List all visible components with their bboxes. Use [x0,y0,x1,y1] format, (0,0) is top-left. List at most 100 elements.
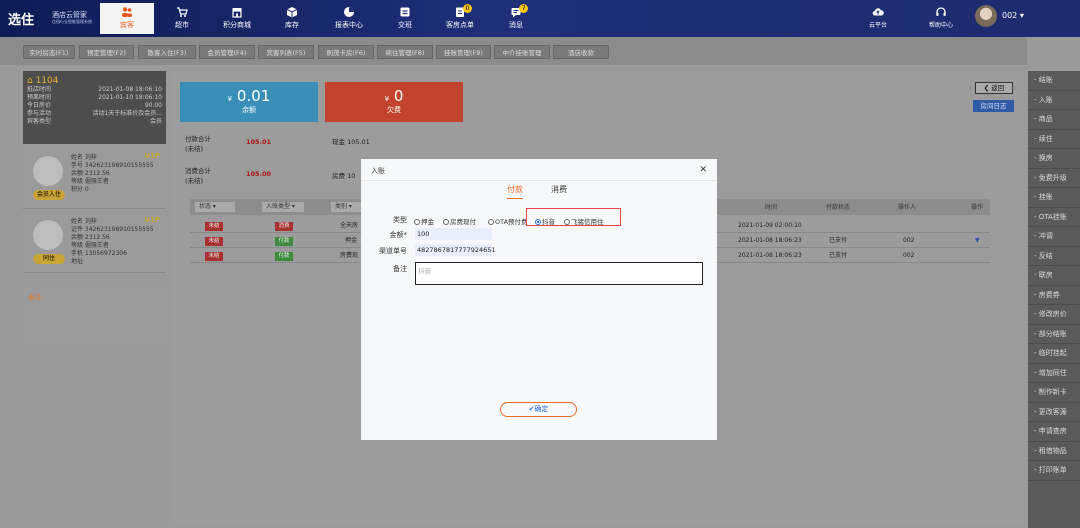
guest-card[interactable]: 会员入住 V1P 姓名 刘梓 手号 342623198910155555 余额 23… [23,146,166,209]
action-item[interactable]: - OTA挂账 [1028,208,1080,227]
col-operator: 操作人 [898,204,917,211]
guest-avatar [33,156,63,186]
tab-agency-accounts[interactable]: 中介挂账管理 [494,45,550,59]
action-item[interactable]: - 打印账单 [1028,461,1080,481]
action-item[interactable]: - 挂账 [1028,188,1080,208]
guests-icon [122,7,132,17]
user-avatar[interactable] [975,5,997,27]
nav-room-orders[interactable]: 0 客房点单 [433,3,487,34]
action-item[interactable]: - 租借物品 [1028,442,1080,461]
action-item[interactable]: - 换房 [1028,149,1080,169]
guest-card[interactable]: 同住 V1P 姓名 刘梓 证件 342623198910155555 余额 2312… [23,210,166,273]
action-item[interactable]: - 修改房价 [1028,305,1080,325]
action-item[interactable]: - 商品 [1028,110,1080,130]
cart-icon [177,7,188,17]
pay-cash: 现金 105.01 [332,138,370,146]
nav-label: 超市 [175,21,189,29]
col-time: 时间 [765,204,778,211]
nav-label: 交班 [398,21,412,29]
action-item[interactable]: - 部分结账 [1028,325,1080,344]
nav-label: 消息 [509,21,523,29]
action-item[interactable]: - 房费券 [1028,286,1080,305]
nav-label: 积分商城 [223,21,251,29]
status-badge: 未结 [205,252,223,261]
radio-ota-prepaid[interactable]: OTA预付费 [488,216,528,226]
action-item[interactable]: - 联房 [1028,266,1080,286]
amount-label: 金额* [389,231,408,239]
cloud-platform-button[interactable]: 云平台 [863,3,893,34]
modal-divider [361,180,717,181]
owe-label: 欠费 [387,106,401,114]
cloud-icon [872,8,884,16]
row-operator: 002 [903,252,915,259]
row-operator: 002 [903,237,915,244]
tab-members[interactable]: 会员管理(F4) [199,45,255,59]
action-item[interactable]: - 反结 [1028,247,1080,266]
action-item[interactable]: - 续住 [1028,130,1080,149]
action-item[interactable]: - 临时挂起 [1028,344,1080,364]
help-center-button[interactable]: 帮助中心 [925,3,957,34]
balance-label: 余额 [242,106,256,114]
nav-guests[interactable]: 宾客 [100,3,154,34]
nav-label: 云平台 [868,22,887,29]
owe-card: ¥ 0 欠费 [325,82,463,122]
modal-title: 入账 [371,167,385,175]
nav-points-store[interactable]: 积分商城 [210,3,264,34]
radio-deposit[interactable]: 押金 [414,216,434,226]
user-menu[interactable]: 002 ▾ [1002,11,1024,20]
action-item[interactable]: - 冲调 [1028,227,1080,247]
row-category: 押金 [345,237,358,244]
tab-payment[interactable]: 付款 [507,184,523,199]
action-item[interactable]: - 制作新卡 [1028,383,1080,403]
nav-inventory[interactable]: 库存 [265,3,319,34]
action-sidebar: - 结账 - 入账 - 商品 - 续住 - 换房 - 免费升级 - 挂账 - OTA挂账 - 冲… [1028,71,1080,528]
col-action: 操作 [971,204,984,211]
nav-handover[interactable]: 交班 [378,3,432,34]
nav-label: 宾客 [120,21,134,29]
nav-messages[interactable]: 7 消息 [489,3,543,34]
row-category: 房费现 [340,252,359,259]
tab-credit-accounts[interactable]: 挂账管理(F9) [436,45,491,59]
row-time: 2021-01-08 18:06:23 [738,252,802,259]
close-icon[interactable]: ✕ [699,165,707,175]
room-info-row: 今日房价 90.00 [27,102,162,109]
post-entry-modal: 入账 ✕ 付款 消费 类型 押金 房费现付 OTA预付费 抖音 飞猪信用住 金额… [361,159,717,440]
balance-card: ¥ 0.01 余额 [180,82,318,122]
radio-room-fee[interactable]: 房费现付 [443,216,476,226]
channel-order-field[interactable]: 4827867817777924651 [415,244,496,256]
type-filter[interactable]: 入账类型 ▾ [262,202,304,212]
tab-consumption[interactable]: 消费 [551,184,567,198]
action-item[interactable]: - 结账 [1028,71,1080,91]
nav-reports[interactable]: 报表中心 [322,3,376,34]
type-label: 类型 [393,216,407,224]
guest-tag: 会员入住 [33,190,65,200]
tab-reservations[interactable]: 预定管理(F2) [79,45,134,59]
headset-icon [936,7,946,16]
tab-realtime-status[interactable]: 实时房态(F1) [23,45,75,59]
amount-field[interactable]: 100 [415,228,492,240]
owe-value: 0 [393,87,404,105]
tab-extend-stay[interactable]: 续住管理(F8) [377,45,433,59]
action-item[interactable]: - 免费升级 [1028,169,1080,188]
back-button[interactable]: ❮ 返回 [975,82,1013,94]
remark-label: 备注 [393,265,407,273]
row-expand-icon[interactable]: ▼ [975,234,980,248]
guest-avatar [33,220,63,250]
guest-info: 姓名 刘梓 手号 342623198910155555 余额 2312.56 等级 倔… [71,154,154,193]
tab-walk-in[interactable]: 散客入住(F3) [138,45,196,59]
tab-guest-list[interactable]: 宾客列表(F5) [258,45,314,59]
action-item[interactable]: - 申请查房 [1028,422,1080,442]
tab-card-rooms[interactable]: 刷茂卡房(F6) [318,45,374,59]
nav-supermarket[interactable]: 超市 [155,3,209,34]
remark-textarea[interactable]: 抖音 [415,262,703,285]
type-badge: 付款 [275,237,293,246]
action-item[interactable]: - 增加同住 [1028,364,1080,383]
room-log-button[interactable]: 房间日志 [973,100,1014,112]
tab-hotel-collection[interactable]: 酒店收款 [553,45,609,59]
action-item[interactable]: - 入账 [1028,91,1080,110]
balance-value: 0.01 [236,87,271,105]
confirm-button[interactable]: ✔确定 [500,402,577,417]
row-time: 2021-01-09 02:00:10 [738,222,802,229]
status-filter[interactable]: 状态 ▾ [195,202,235,212]
action-item[interactable]: - 更改客源 [1028,403,1080,422]
